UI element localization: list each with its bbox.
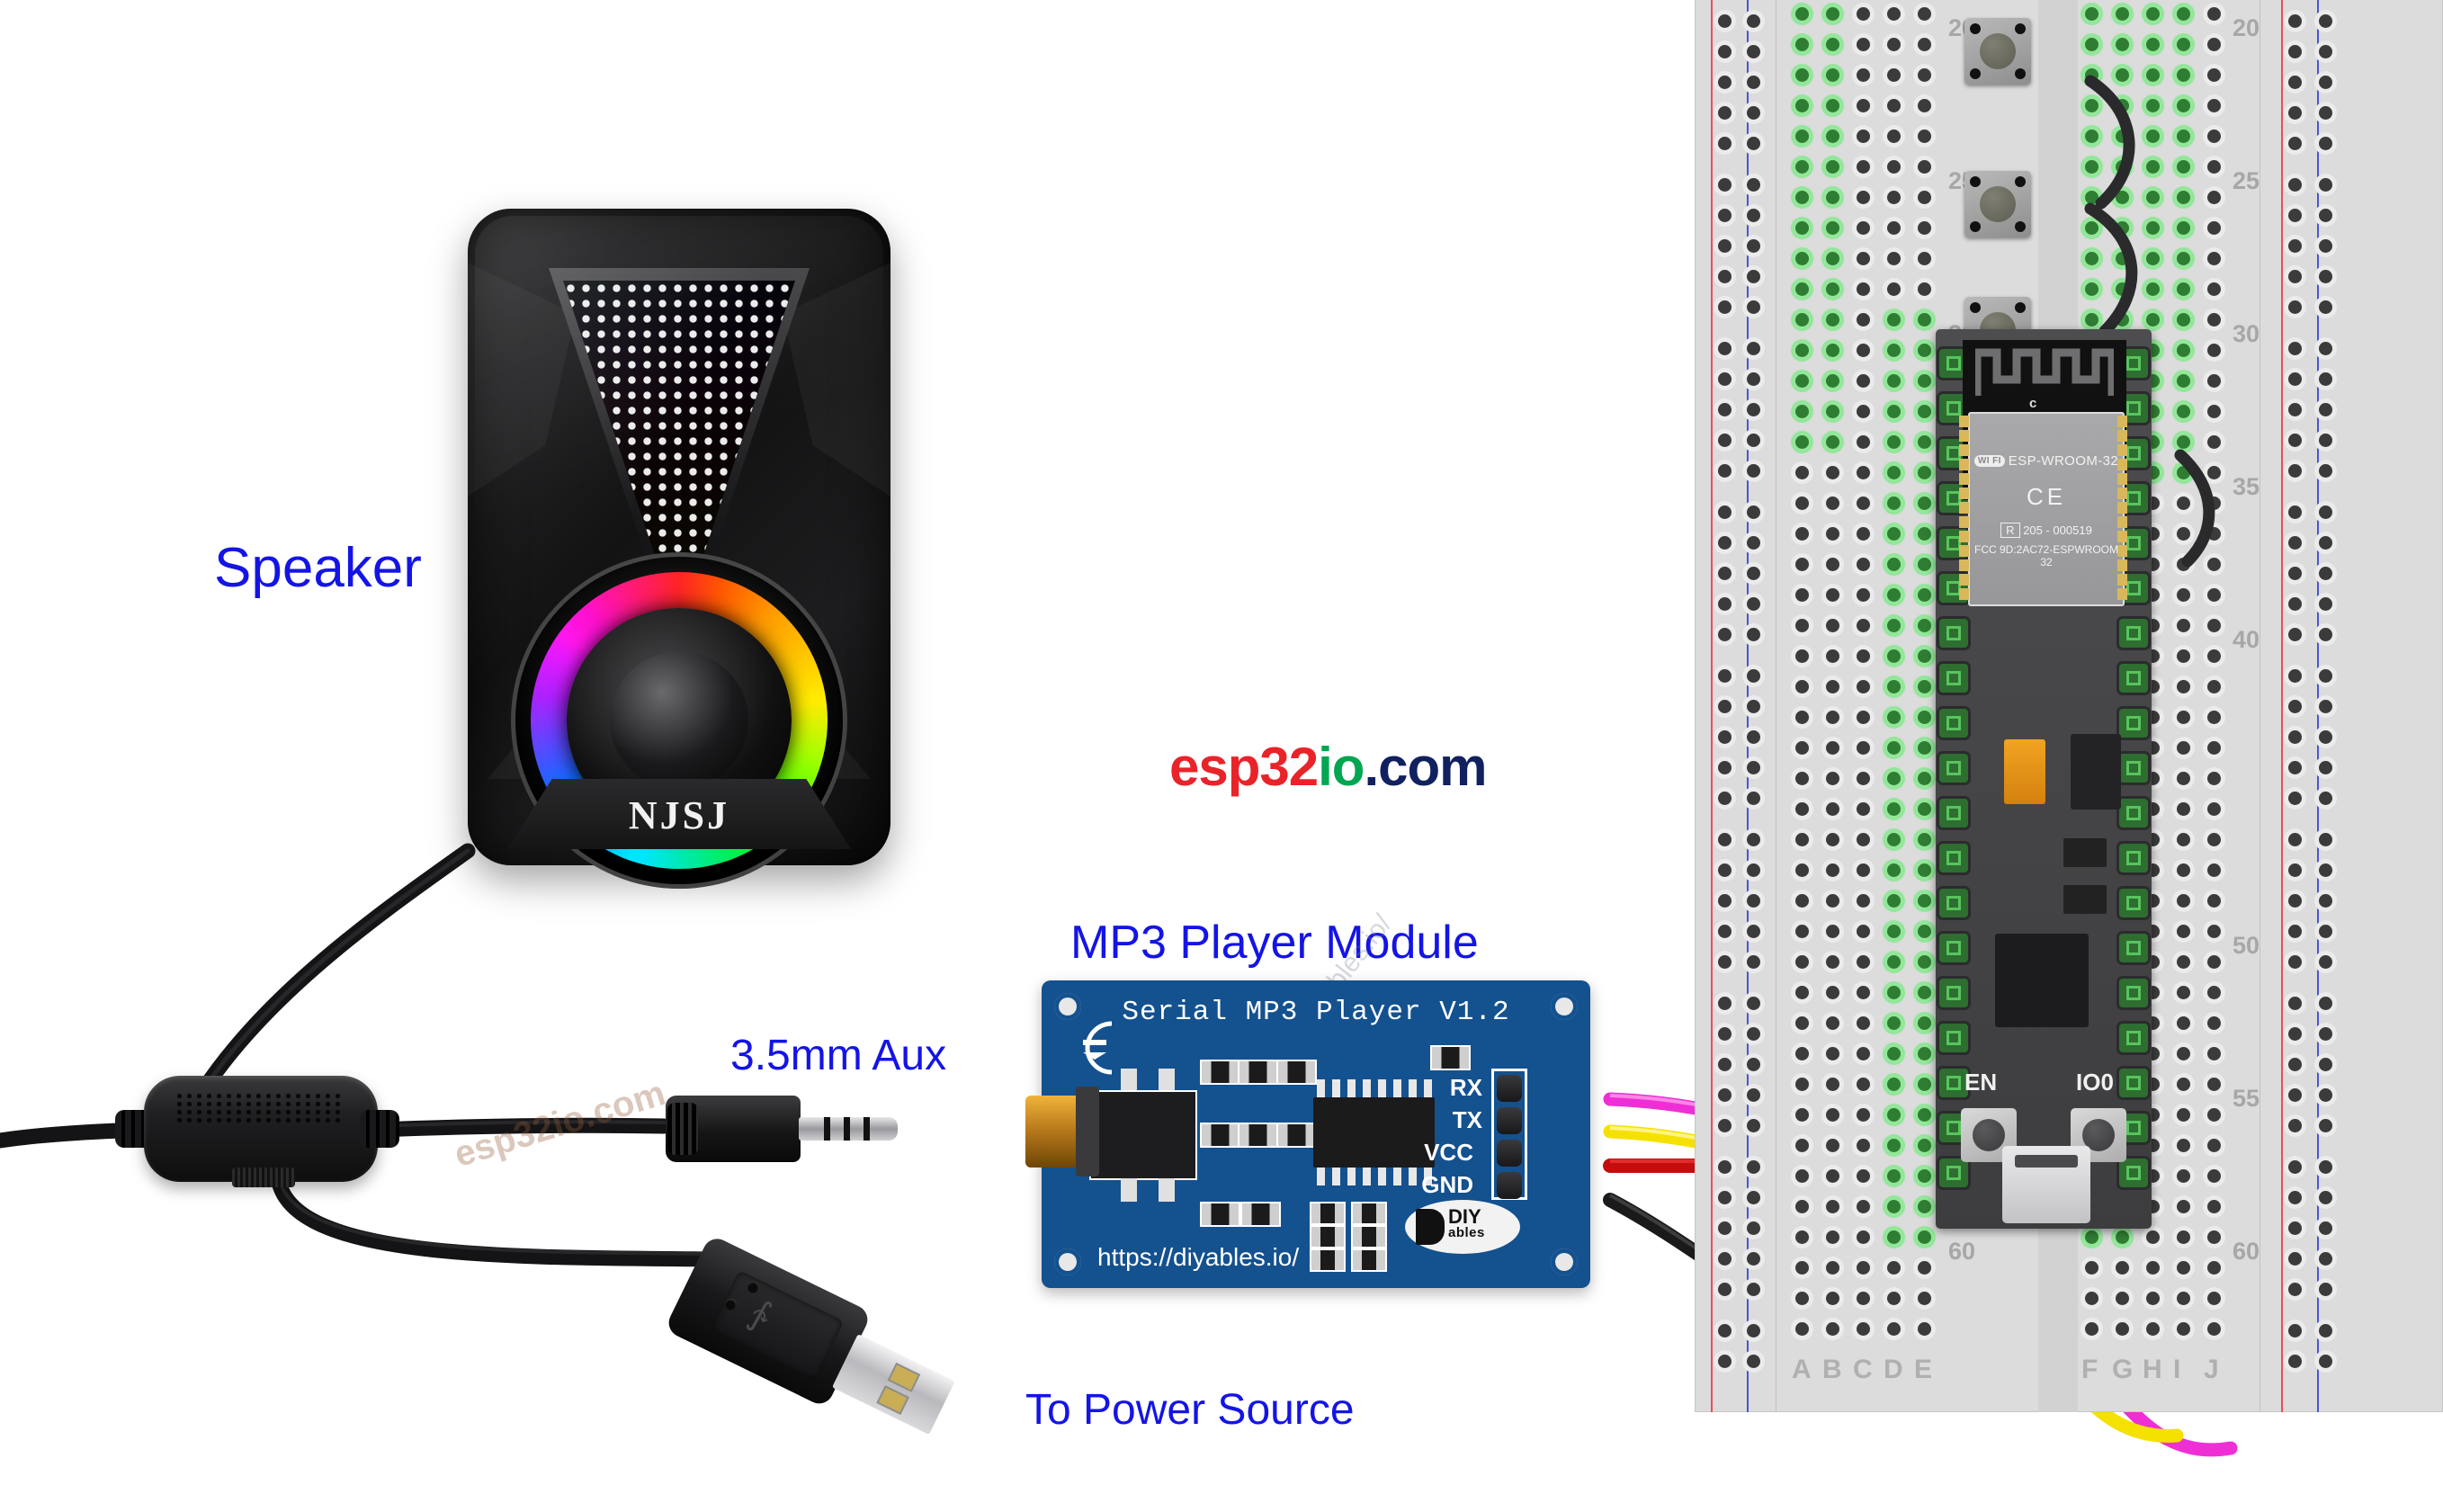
jumper-black-1 xyxy=(2084,75,2135,210)
esp32-silk-c: c xyxy=(2029,396,2037,411)
wroom-castellation xyxy=(1959,430,1969,442)
esp32-gpio-pad[interactable] xyxy=(2119,844,2148,872)
wroom-castellation xyxy=(1959,545,1969,557)
esp32-gpio-pad[interactable] xyxy=(2119,664,2148,693)
wroom-castellation xyxy=(1959,516,1969,528)
esp32-gpio-pad[interactable] xyxy=(2119,1069,2148,1097)
jumper-black-4 xyxy=(2174,449,2215,568)
wroom-castellation xyxy=(1959,488,1969,499)
wroom-castellation xyxy=(1959,559,1969,571)
r-mark-icon: R xyxy=(2000,523,2020,538)
esp32-gpio-pad[interactable] xyxy=(1939,979,1968,1007)
wroom-castellation xyxy=(1959,502,1969,514)
wroom-castellation xyxy=(2117,516,2127,528)
esp32-gpio-pad[interactable] xyxy=(1939,934,1968,962)
esp32-gpio-pad[interactable] xyxy=(1939,754,1968,783)
esp32-gpio-pad[interactable] xyxy=(1939,1024,1968,1052)
wroom-fcc-id: FCC 9D:2AC72-ESPWROOM 32 xyxy=(1973,543,2119,568)
wroom-castellation xyxy=(1959,574,1969,586)
esp32-label-io0: IO0 xyxy=(2076,1069,2114,1096)
ce-mark-icon: CE xyxy=(2026,483,2067,510)
wroom-castellation xyxy=(2117,444,2127,456)
esp32-button-en-cap[interactable] xyxy=(1973,1119,2005,1151)
esp32-voltage-regulator xyxy=(2071,734,2121,810)
esp32-gpio-pad[interactable] xyxy=(2119,934,2148,962)
esp32-gpio-pad[interactable] xyxy=(2119,889,2148,917)
esp32-gpio-pad[interactable] xyxy=(1939,799,1968,828)
esp32-usb-uart-chip xyxy=(1995,934,2089,1027)
wroom-castellation xyxy=(2117,430,2127,442)
esp32-gpio-pad[interactable] xyxy=(1939,889,1968,917)
esp32-smd-1 xyxy=(2063,838,2107,867)
wroom-castellation xyxy=(1959,473,1969,485)
wroom-castellation xyxy=(2117,574,2127,586)
esp32-gpio-pad[interactable] xyxy=(1939,709,1968,738)
wroom-castellation xyxy=(2117,416,2127,427)
esp32-gpio-pad[interactable] xyxy=(2119,619,2148,648)
esp32-gpio-pad[interactable] xyxy=(1939,1159,1968,1187)
wroom-castellation xyxy=(2117,531,2127,542)
esp32-smd-2 xyxy=(2063,885,2107,914)
esp32-gpio-pad[interactable] xyxy=(2119,979,2148,1007)
esp32-gpio-pad[interactable] xyxy=(2119,754,2148,783)
pcb-antenna-icon xyxy=(1975,348,2114,396)
wroom-castellation xyxy=(1959,444,1969,456)
wroom-castellation xyxy=(1959,531,1969,542)
esp32-gpio-pad[interactable] xyxy=(1939,844,1968,872)
jumper-black-2 xyxy=(2084,202,2138,337)
wifi-icon: WI FI xyxy=(1973,455,2005,467)
esp32-gpio-pad[interactable] xyxy=(2119,709,2148,738)
wroom-castellation xyxy=(2117,545,2127,557)
wroom-castellation xyxy=(2117,459,2127,470)
wroom-castellation xyxy=(2117,488,2127,499)
wroom-castellation xyxy=(1959,588,1969,600)
esp32-micro-usb-slot xyxy=(2015,1155,2078,1168)
esp32-gpio-pad[interactable] xyxy=(2119,799,2148,828)
wroom-r-row: R 205 - 000519 xyxy=(1970,523,2123,538)
wroom-name-row: WI FI ESP-WROOM-32 xyxy=(1970,453,2123,469)
esp32-gpio-pad[interactable] xyxy=(2119,1159,2148,1187)
esp32-tantalum-capacitor xyxy=(2004,739,2045,804)
wroom-module-name: ESP-WROOM-32 xyxy=(2008,453,2119,469)
esp32-devkit-board: c WI FI ESP-WROOM-32 CE R 205 - 000519 FC… xyxy=(1936,329,2152,1229)
wroom-castellation xyxy=(2117,502,2127,514)
esp-wroom-32-module: WI FI ESP-WROOM-32 CE R 205 - 000519 FCC … xyxy=(1968,412,2125,606)
esp32-micro-usb-port[interactable] xyxy=(2002,1146,2090,1223)
esp32-label-en: EN xyxy=(1964,1069,1998,1096)
wroom-castellation xyxy=(2117,588,2127,600)
esp32-gpio-pad[interactable] xyxy=(1939,619,1968,648)
wroom-castellation xyxy=(1959,416,1969,427)
esp32-gpio-pad[interactable] xyxy=(2119,1024,2148,1052)
wroom-castellation xyxy=(2117,473,2127,485)
esp32-gpio-pad[interactable] xyxy=(1939,664,1968,693)
breadboard: 2025303540505560 2025303540505560 ABCDEF… xyxy=(1695,0,2443,1412)
wroom-castellation xyxy=(2117,559,2127,571)
wroom-castellation xyxy=(1959,459,1969,470)
wroom-r-number: 205 - 000519 xyxy=(2023,523,2092,537)
